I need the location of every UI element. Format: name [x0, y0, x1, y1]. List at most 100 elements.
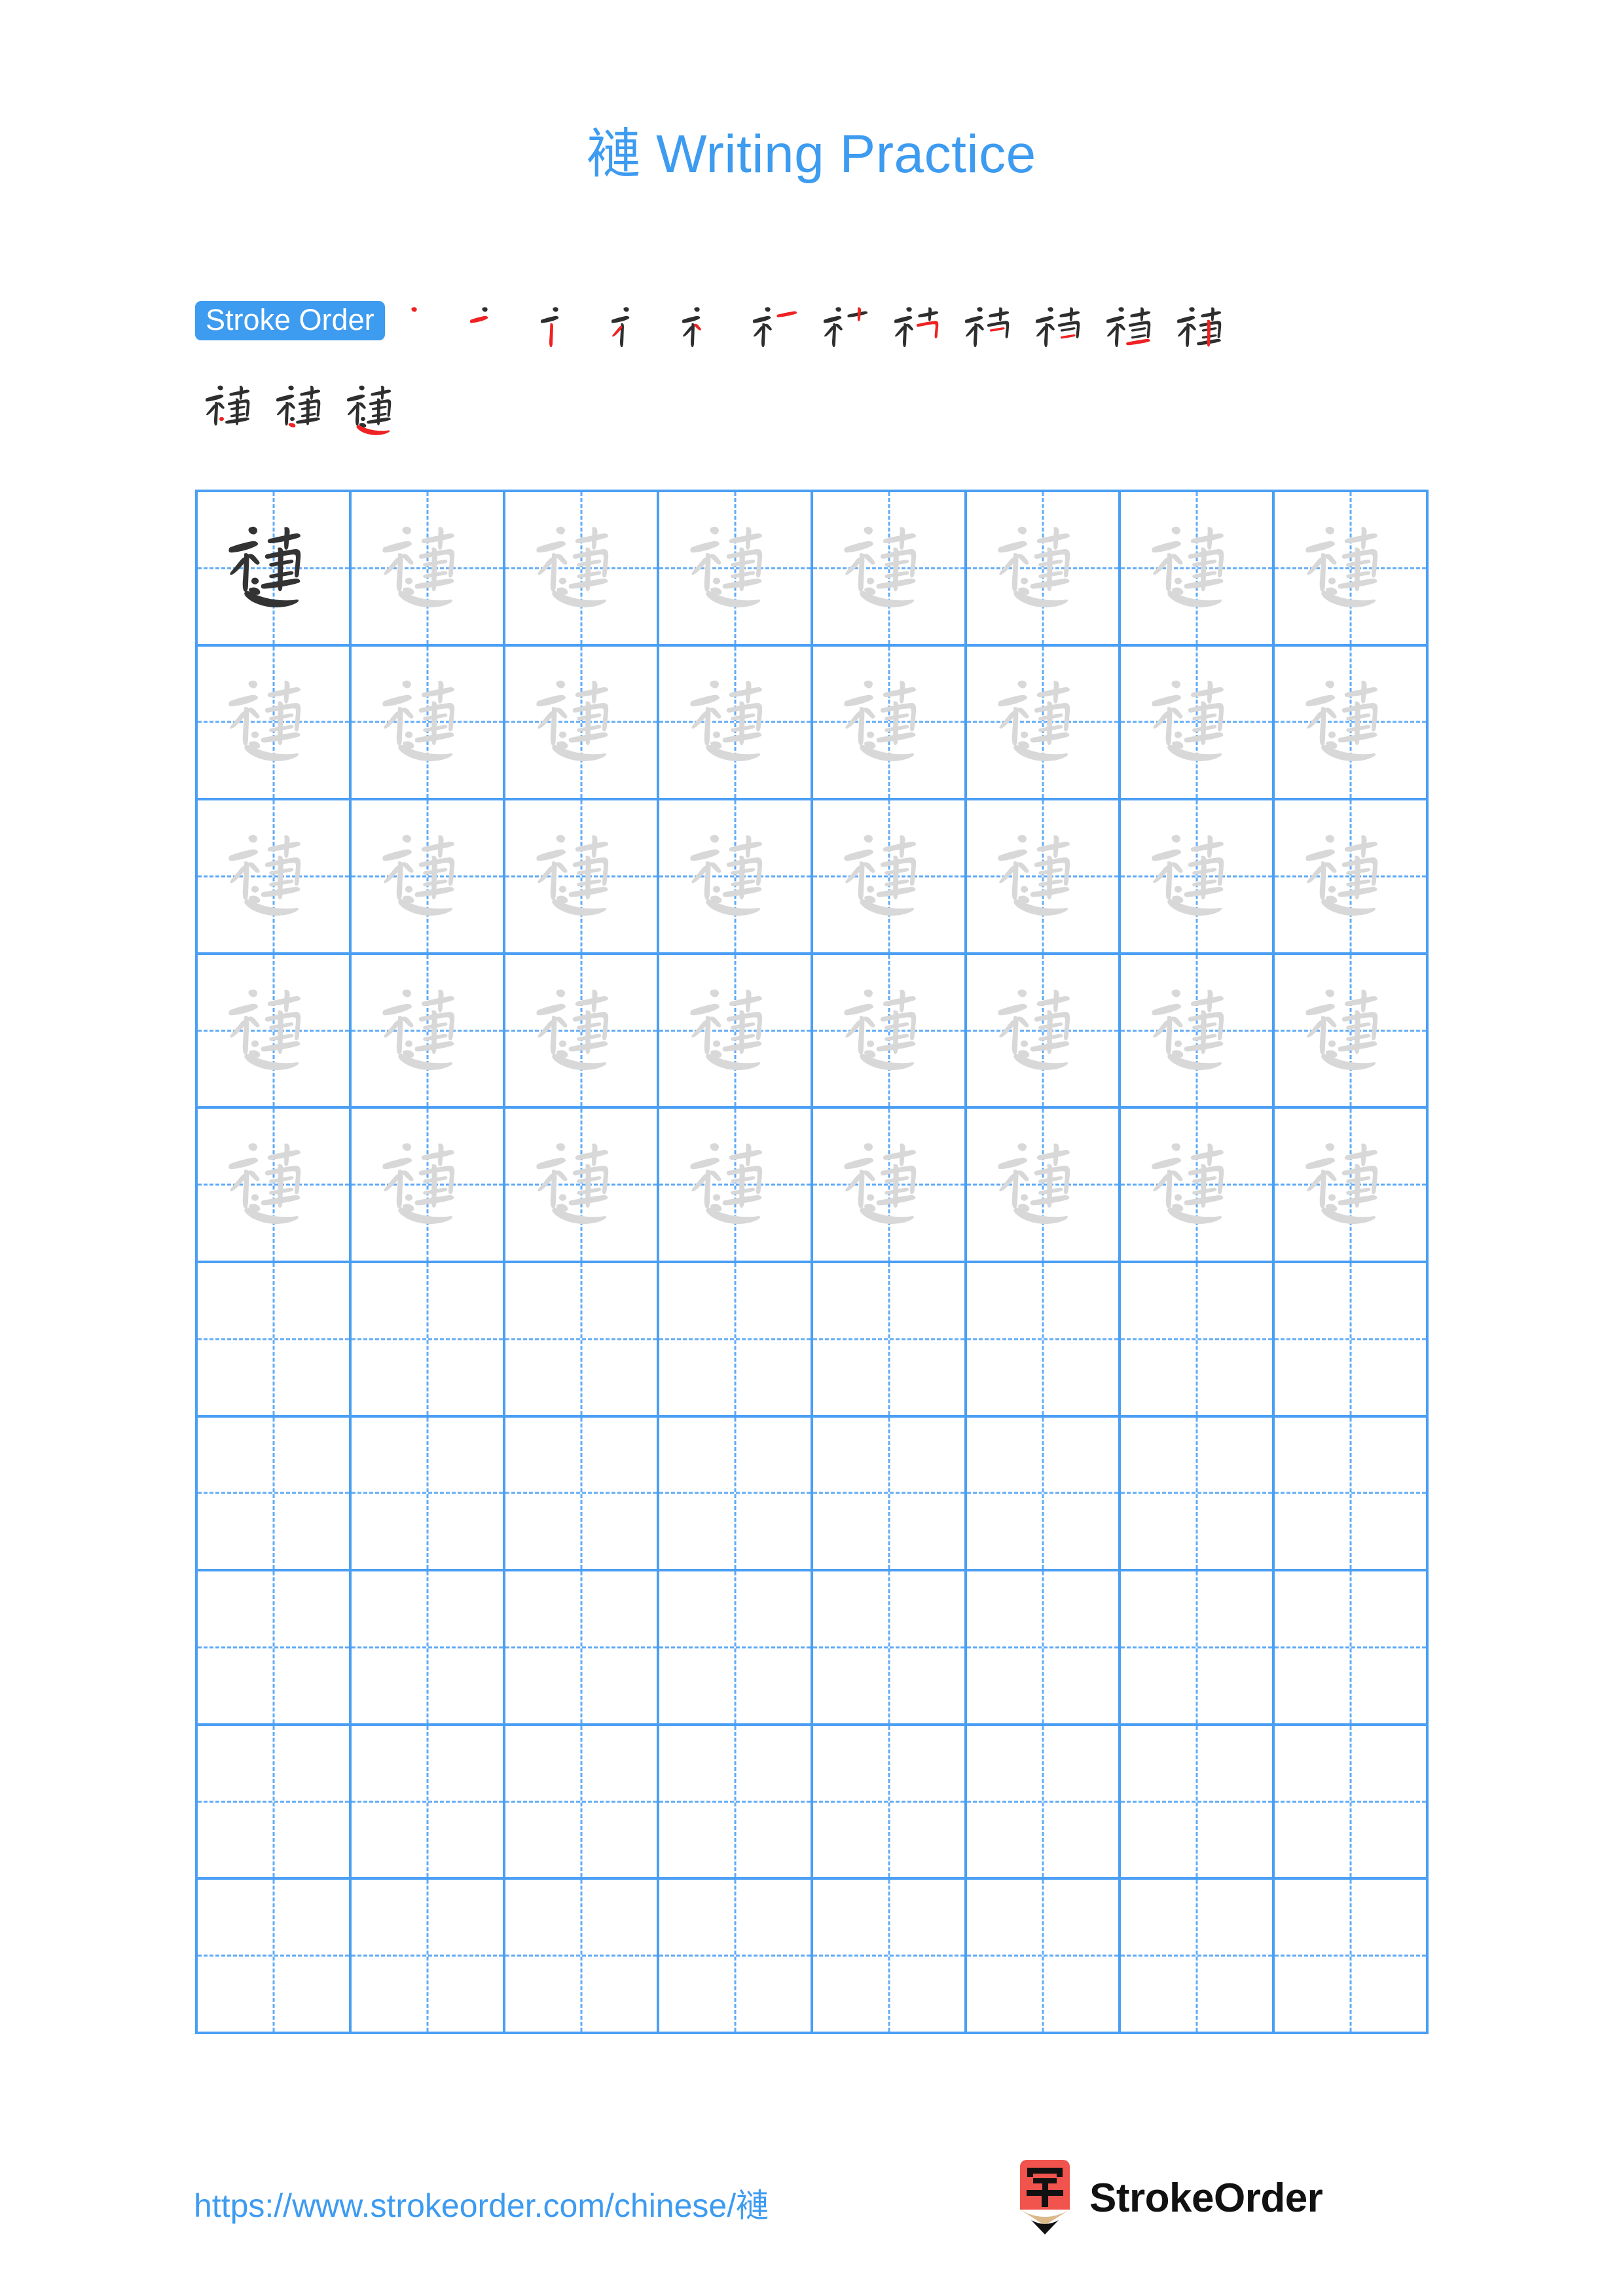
practice-cell-r2-c1[interactable]	[198, 646, 352, 801]
practice-cell-r5-c2[interactable]	[352, 1109, 505, 1263]
practice-cell-r10-c3[interactable]	[505, 1880, 659, 2034]
practice-cell-r10-c4[interactable]	[659, 1880, 813, 2034]
practice-cell-r1-c7[interactable]	[1121, 492, 1275, 647]
practice-cell-r9-c4[interactable]	[659, 1725, 813, 1880]
practice-cell-r1-c1[interactable]	[198, 492, 352, 647]
practice-cell-r2-c8[interactable]	[1275, 646, 1429, 801]
practice-cell-r5-c3[interactable]	[505, 1109, 659, 1263]
practice-cell-r7-c6[interactable]	[967, 1417, 1121, 1572]
practice-cell-r2-c6[interactable]	[967, 646, 1121, 801]
practice-cell-r3-c7[interactable]	[1121, 800, 1275, 955]
practice-cell-r8-c6[interactable]	[967, 1571, 1121, 1726]
practice-cell-r2-c4[interactable]	[659, 646, 813, 801]
practice-cell-r3-c4[interactable]	[659, 800, 813, 955]
practice-cell-r4-c6[interactable]	[967, 954, 1121, 1109]
practice-cell-r6-c1[interactable]	[198, 1263, 352, 1418]
footer-url-link[interactable]: https://www.strokeorder.com/chinese/褳	[194, 2179, 769, 2227]
practice-cell-r6-c4[interactable]	[659, 1263, 813, 1418]
trace-character	[352, 800, 503, 952]
practice-cell-r9-c5[interactable]	[813, 1725, 967, 1880]
practice-cell-r3-c6[interactable]	[967, 800, 1121, 955]
practice-cell-r7-c1[interactable]	[198, 1417, 352, 1572]
practice-cell-r8-c8[interactable]	[1275, 1571, 1429, 1726]
practice-cell-r8-c1[interactable]	[198, 1571, 352, 1726]
practice-cell-r7-c2[interactable]	[352, 1417, 505, 1572]
practice-cell-r6-c2[interactable]	[352, 1263, 505, 1418]
practice-cell-r8-c4[interactable]	[659, 1571, 813, 1726]
practice-cell-r4-c4[interactable]	[659, 954, 813, 1109]
practice-cell-r9-c3[interactable]	[505, 1725, 659, 1880]
stroke-order-step-1	[392, 296, 462, 369]
practice-cell-r1-c6[interactable]	[967, 492, 1121, 647]
practice-cell-r2-c2[interactable]	[352, 646, 505, 801]
model-character	[198, 492, 349, 644]
pencil-logo-icon	[1020, 2160, 1070, 2234]
practice-cell-r3-c1[interactable]	[198, 800, 352, 955]
trace-character	[198, 1109, 349, 1261]
practice-cell-r9-c7[interactable]	[1121, 1725, 1275, 1880]
practice-cell-r4-c5[interactable]	[813, 954, 967, 1109]
trace-character	[505, 647, 657, 798]
trace-character	[1275, 1109, 1426, 1261]
practice-cell-r10-c7[interactable]	[1121, 1880, 1275, 2034]
stroke-order-step-5	[674, 296, 745, 369]
stroke-order-step-7	[816, 296, 886, 369]
practice-cell-r1-c3[interactable]	[505, 492, 659, 647]
practice-cell-r7-c5[interactable]	[813, 1417, 967, 1572]
trace-character	[1275, 492, 1426, 644]
practice-cell-r5-c8[interactable]	[1275, 1109, 1429, 1263]
page-title: 褳 Writing Practice	[0, 110, 1623, 188]
trace-character	[967, 492, 1118, 644]
practice-cell-r10-c2[interactable]	[352, 1880, 505, 2034]
trace-character	[352, 955, 503, 1107]
stroke-order-step-8	[886, 296, 957, 369]
practice-cell-r10-c8[interactable]	[1275, 1880, 1429, 2034]
trace-character	[1121, 800, 1272, 952]
practice-cell-r4-c8[interactable]	[1275, 954, 1429, 1109]
practice-cell-r6-c5[interactable]	[813, 1263, 967, 1418]
practice-cell-r3-c5[interactable]	[813, 800, 967, 955]
practice-cell-r9-c6[interactable]	[967, 1725, 1121, 1880]
practice-cell-r1-c8[interactable]	[1275, 492, 1429, 647]
practice-cell-r8-c7[interactable]	[1121, 1571, 1275, 1726]
practice-cell-r1-c4[interactable]	[659, 492, 813, 647]
practice-cell-r5-c4[interactable]	[659, 1109, 813, 1263]
practice-cell-r3-c8[interactable]	[1275, 800, 1429, 955]
practice-cell-r7-c3[interactable]	[505, 1417, 659, 1572]
practice-cell-r8-c2[interactable]	[352, 1571, 505, 1726]
practice-cell-r6-c3[interactable]	[505, 1263, 659, 1418]
practice-cell-r9-c8[interactable]	[1275, 1725, 1429, 1880]
trace-character	[1121, 1109, 1272, 1261]
practice-cell-r6-c7[interactable]	[1121, 1263, 1275, 1418]
practice-cell-r5-c6[interactable]	[967, 1109, 1121, 1263]
practice-cell-r2-c3[interactable]	[505, 646, 659, 801]
practice-cell-r1-c2[interactable]	[352, 492, 505, 647]
practice-cell-r7-c7[interactable]	[1121, 1417, 1275, 1572]
practice-cell-r5-c5[interactable]	[813, 1109, 967, 1263]
practice-cell-r8-c5[interactable]	[813, 1571, 967, 1726]
practice-cell-r1-c5[interactable]	[813, 492, 967, 647]
practice-cell-r10-c1[interactable]	[198, 1880, 352, 2034]
practice-cell-r10-c6[interactable]	[967, 1880, 1121, 2034]
practice-cell-r6-c6[interactable]	[967, 1263, 1121, 1418]
practice-cell-r5-c1[interactable]	[198, 1109, 352, 1263]
trace-character	[505, 800, 657, 952]
practice-cell-r4-c7[interactable]	[1121, 954, 1275, 1109]
practice-cell-r2-c5[interactable]	[813, 646, 967, 801]
practice-cell-r8-c3[interactable]	[505, 1571, 659, 1726]
practice-cell-r2-c7[interactable]	[1121, 646, 1275, 801]
practice-cell-r9-c1[interactable]	[198, 1725, 352, 1880]
practice-cell-r4-c1[interactable]	[198, 954, 352, 1109]
trace-character	[813, 800, 964, 952]
practice-cell-r7-c8[interactable]	[1275, 1417, 1429, 1572]
practice-cell-r9-c2[interactable]	[352, 1725, 505, 1880]
practice-cell-r3-c2[interactable]	[352, 800, 505, 955]
stroke-order-step-4	[604, 296, 674, 369]
practice-cell-r7-c4[interactable]	[659, 1417, 813, 1572]
practice-cell-r3-c3[interactable]	[505, 800, 659, 955]
practice-cell-r4-c2[interactable]	[352, 954, 505, 1109]
practice-cell-r6-c8[interactable]	[1275, 1263, 1429, 1418]
practice-cell-r4-c3[interactable]	[505, 954, 659, 1109]
practice-cell-r5-c7[interactable]	[1121, 1109, 1275, 1263]
practice-cell-r10-c5[interactable]	[813, 1880, 967, 2034]
